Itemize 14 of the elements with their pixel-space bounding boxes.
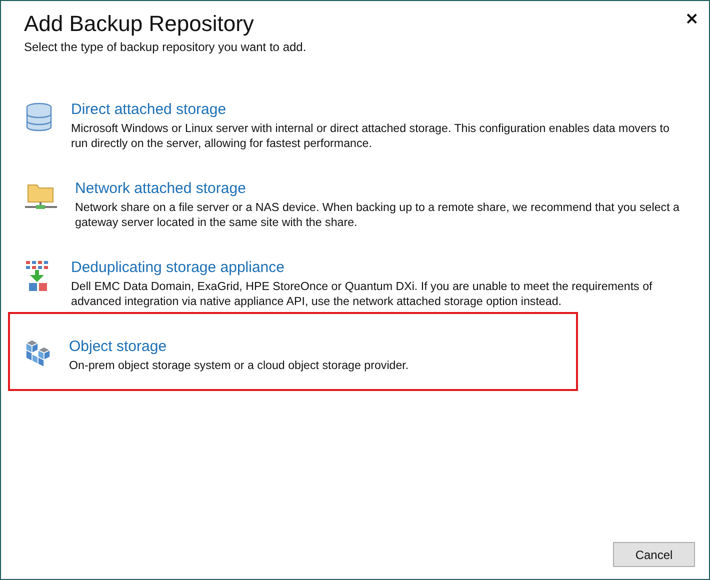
dialog-title: Add Backup Repository — [24, 10, 255, 38]
dialog-subtitle: Select the type of backup repository you want to add. — [24, 40, 306, 55]
cubes-icon — [25, 339, 51, 369]
option-description: Microsoft Windows or Linux server with internal or direct attached storage. This configuration enables data movers to run directly on the server, allowing for fastest performance. — [71, 121, 670, 151]
option-title[interactable]: Direct attached storage — [71, 100, 226, 119]
option-title[interactable]: Network attached storage — [75, 179, 246, 198]
option-title[interactable]: Deduplicating storage appliance — [71, 258, 284, 277]
option-description: Network share on a file server or a NAS device. When backing up to a remote share, we recommend that you select a gateway server located in the same site with the share. — [75, 200, 680, 230]
close-button[interactable]: × — [684, 10, 699, 28]
option-title[interactable]: Object storage — [69, 337, 167, 356]
option-description: Dell EMC Data Domain, ExaGrid, HPE StoreOnce or Quantum DXi. If you are unable to meet the requirements of advanced integration via native appliance API, use the network attached storage option instead. — [71, 279, 654, 309]
cancel-button[interactable]: Cancel — [613, 542, 695, 567]
option-description: On-prem object storage system or a cloud object storage provider. — [69, 358, 410, 373]
database-icon — [25, 102, 53, 132]
